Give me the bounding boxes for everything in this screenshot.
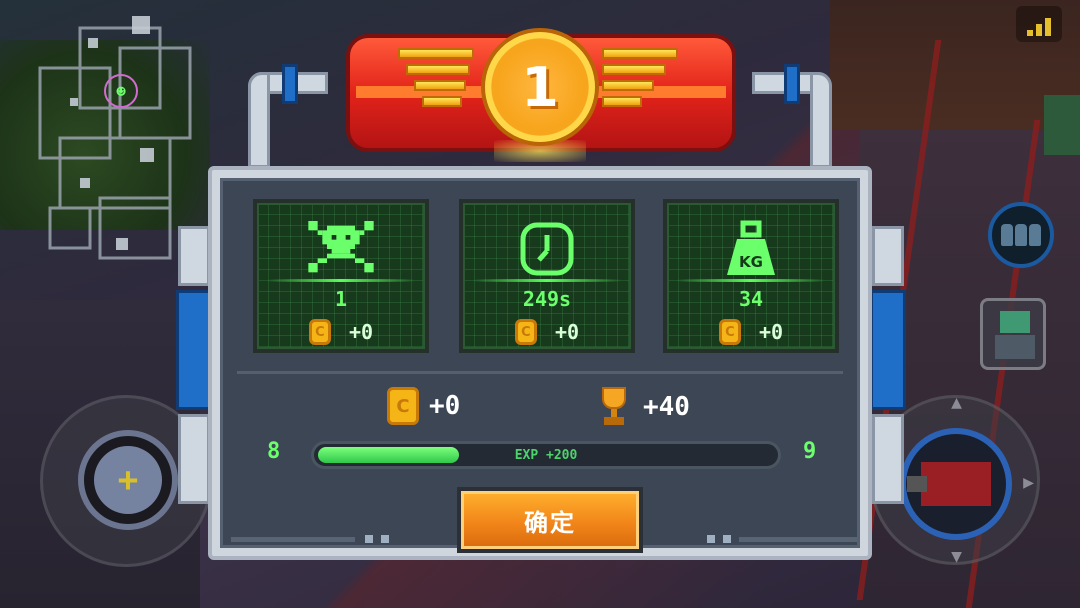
- frame-clamp-left: [176, 290, 212, 410]
- green-crate: [1044, 95, 1080, 155]
- fire-button[interactable]: [900, 428, 1012, 540]
- stat-glow: [677, 279, 825, 282]
- time-coin-reward: C +0: [463, 319, 631, 345]
- divider: [237, 371, 843, 374]
- kills-coin-reward: C +0: [257, 319, 425, 345]
- total-trophies: +40: [595, 387, 690, 427]
- team-button[interactable]: [988, 202, 1054, 268]
- reward-value: +0: [348, 320, 374, 344]
- frame-clamp-right: [870, 290, 906, 410]
- coin-icon: C: [514, 319, 537, 345]
- reward-value: +0: [758, 320, 784, 344]
- right-wing-icon: [602, 48, 678, 112]
- experience-row: 8 EXP +200 9: [223, 437, 857, 471]
- panel-decor-dot: [365, 535, 373, 543]
- robot-button[interactable]: [980, 298, 1046, 370]
- panel-decor-dot: [381, 535, 389, 543]
- frame-clamp: [784, 64, 800, 104]
- frame-pipe: [248, 72, 270, 168]
- clock-icon: [463, 217, 631, 281]
- coin-icon: C: [387, 387, 419, 425]
- player-marker-icon: ☻: [104, 74, 138, 108]
- left-wing-icon: [398, 48, 474, 112]
- robot-body: [995, 335, 1035, 359]
- kills-value: 1: [334, 287, 348, 311]
- weapon-icon: [907, 462, 991, 506]
- total-coins-value: +0: [429, 391, 461, 421]
- reward-value: +0: [554, 320, 580, 344]
- weight-icon-label: KG: [739, 253, 763, 271]
- next-level: 9: [803, 439, 817, 464]
- rank-number: 1: [521, 55, 559, 119]
- panel-decor-dot: [723, 535, 731, 543]
- teammates-icon: [1001, 224, 1041, 246]
- time-value: 249s: [522, 287, 572, 311]
- experience-bar: EXP +200: [311, 441, 781, 469]
- frame-pipe: [178, 226, 210, 286]
- total-trophies-value: +40: [643, 392, 690, 422]
- frame-clamp: [282, 64, 298, 104]
- summary-row: C +0 +40: [223, 387, 857, 431]
- signal-icon: [1016, 6, 1062, 42]
- stat-card-time: 249s C +0: [459, 199, 635, 353]
- results-panel: 1 C +0 249s C +0 KG 34 C +0 C +0 +40 8 E…: [208, 166, 872, 560]
- robot-icon: [1000, 311, 1030, 333]
- frame-pipe: [810, 72, 832, 168]
- stat-card-weight: KG 34 C +0: [663, 199, 839, 353]
- experience-label: EXP +200: [514, 448, 578, 463]
- chevron-right-icon: ▶: [1023, 472, 1034, 493]
- chevron-down-icon: ▼: [951, 546, 962, 567]
- total-coins: C +0: [387, 387, 460, 425]
- frame-pipe: [178, 414, 210, 504]
- frame-pipe: [872, 414, 904, 504]
- plus-icon: +: [94, 446, 162, 514]
- stat-glow: [267, 279, 415, 282]
- results-panel-inner: 1 C +0 249s C +0 KG 34 C +0 C +0 +40 8 E…: [220, 178, 860, 553]
- weight-coin-reward: C +0: [667, 319, 835, 345]
- frame-pipe: [872, 226, 904, 286]
- panel-decor-line: [739, 537, 857, 542]
- current-level: 8: [267, 439, 281, 464]
- confirm-button[interactable]: 确定: [457, 487, 643, 553]
- panel-decor-line: [231, 537, 355, 542]
- panel-decor-dot: [707, 535, 715, 543]
- chevron-up-icon: ▲: [951, 392, 962, 413]
- coin-icon: C: [718, 319, 741, 345]
- rank-medal: 1: [481, 28, 599, 146]
- stat-glow: [473, 279, 621, 282]
- joystick-knob[interactable]: +: [78, 430, 178, 530]
- coin-icon: C: [308, 319, 331, 345]
- weight-value: 34: [738, 287, 764, 311]
- stat-card-kills: 1 C +0: [253, 199, 429, 353]
- weight-icon: KG: [667, 217, 835, 281]
- trophy-icon: [595, 387, 633, 427]
- skull-icon: [257, 217, 425, 281]
